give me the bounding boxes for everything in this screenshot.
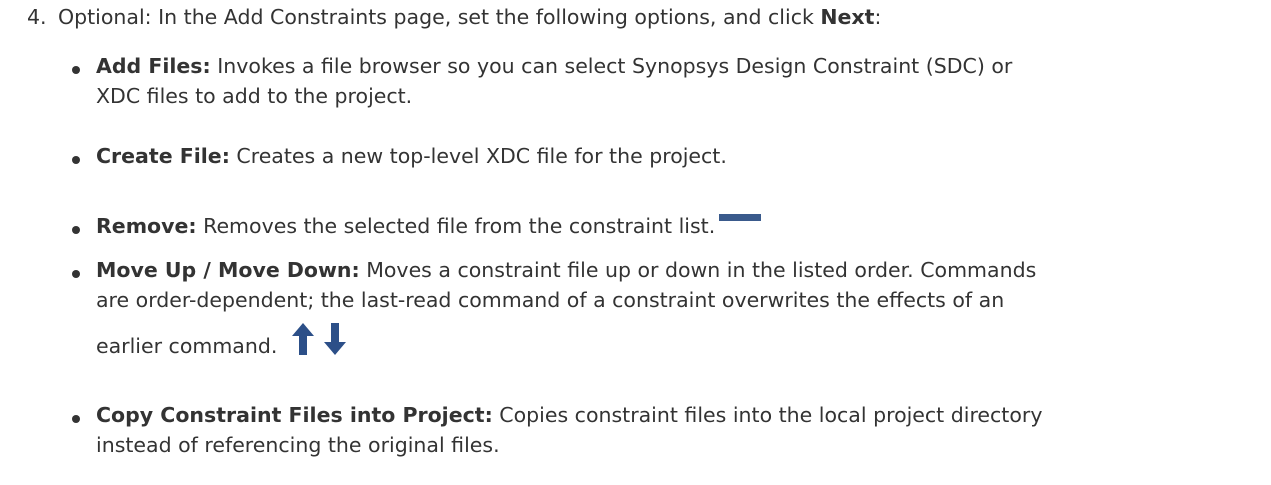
bullet-dot: [72, 270, 80, 278]
arrow-down-icon: [324, 323, 347, 355]
arrow-up-icon: [291, 323, 314, 355]
term-copy-constraint-files: Copy Constraint Files into Project:: [96, 403, 493, 427]
next-label: Next: [820, 5, 875, 29]
desc-line-1: Creates a new top-level XDC file for the…: [229, 144, 727, 168]
bullet-copy-text: Copy Constraint Files into Project: Copi…: [96, 400, 1246, 460]
bullet-add-files-text: Add Files: Invokes a file browser so you…: [96, 51, 1246, 111]
bullet-create-file-text: Create File: Creates a new top-level XDC…: [96, 141, 1246, 171]
bullet-dot: [72, 415, 80, 423]
desc-line-1: Invokes a file browser so you can select…: [210, 54, 1013, 78]
remove-minus-icon: [719, 214, 762, 221]
desc-line-2: XDC files to add to the project.: [96, 84, 413, 108]
step-number: 4.: [27, 5, 47, 29]
desc-line-1: Removes the selected file from the const…: [196, 214, 716, 238]
desc-line-2: are order-dependent; the last-read comma…: [96, 288, 1005, 312]
desc-line-3: earlier command.: [96, 334, 278, 358]
bullet-remove-text: Remove: Removes the selected file from t…: [96, 211, 1246, 241]
bullet-dot: [72, 156, 80, 164]
bullet-move-text: Move Up / Move Down: Moves a constraint …: [96, 255, 1246, 361]
desc-line-1: Moves a constraint file up or down in th…: [359, 258, 1037, 282]
step-text-before: Optional: In the Add Constraints page, s…: [58, 5, 821, 29]
bullet-dot: [72, 66, 80, 74]
term-add-files: Add Files:: [96, 54, 211, 78]
term-remove: Remove:: [96, 214, 197, 238]
bullet-dot: [72, 226, 80, 234]
step-instruction: Optional: In the Add Constraints page, s…: [58, 2, 881, 32]
term-create-file: Create File:: [96, 144, 230, 168]
step-text-after: :: [874, 5, 882, 29]
desc-line-1: Copies constraint files into the local p…: [492, 403, 1043, 427]
desc-line-2: instead of referencing the original file…: [96, 433, 500, 457]
term-move-up-down: Move Up / Move Down:: [96, 258, 360, 282]
